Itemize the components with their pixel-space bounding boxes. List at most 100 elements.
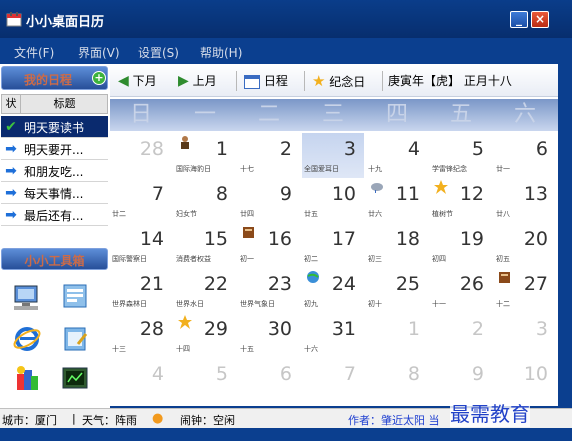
calendar-day-today[interactable]: 3 全国爱耳日 bbox=[302, 133, 364, 178]
toolbar-separator bbox=[382, 71, 383, 91]
day-number: 3 bbox=[343, 138, 356, 160]
schedule-title-text: 每天事情... bbox=[24, 187, 84, 201]
calendar-day[interactable]: 26 十一 bbox=[430, 268, 492, 313]
calendar-day[interactable]: 13 廿八 bbox=[494, 178, 556, 223]
lunar-label: 廿一 bbox=[496, 165, 510, 173]
calendar-day[interactable]: 17 初二 bbox=[302, 223, 364, 268]
next-month-button[interactable]: ◀ 下月 bbox=[118, 71, 157, 91]
ie-browser-icon[interactable] bbox=[12, 324, 42, 354]
day-number: 21 bbox=[139, 273, 164, 295]
calendar-day[interactable]: 31 十六 bbox=[302, 313, 364, 358]
weekday-label: 四 bbox=[385, 102, 408, 127]
toolbox-header: 小小工具箱 bbox=[1, 248, 108, 270]
calendar-day[interactable]: 5 bbox=[174, 358, 236, 403]
lunar-label: 初四 bbox=[432, 255, 446, 263]
lunar-label: 初五 bbox=[496, 255, 510, 263]
calendar-day[interactable]: 8 妇女节 bbox=[174, 178, 236, 223]
calendar-day[interactable]: 16 初一 bbox=[238, 223, 300, 268]
column-title[interactable]: 标题 bbox=[22, 95, 107, 113]
calendar-day[interactable]: 23 世界气象日 bbox=[238, 268, 300, 313]
calendar-day[interactable]: 5 学雷锋纪念 bbox=[430, 133, 492, 178]
close-button[interactable]: × bbox=[531, 11, 549, 28]
window-bottom-border bbox=[0, 428, 572, 441]
day-number: 1 bbox=[407, 318, 420, 340]
minimize-button[interactable]: _ bbox=[510, 11, 528, 28]
menu-help[interactable]: 帮助(H) bbox=[200, 44, 242, 61]
calendar-day[interactable]: 10 bbox=[494, 358, 556, 403]
lunar-label: 初二 bbox=[304, 255, 318, 263]
day-number: 29 bbox=[203, 318, 228, 340]
weekday-label: 六 bbox=[513, 102, 536, 127]
schedule-row[interactable]: ➡ 明天要开... bbox=[1, 138, 108, 160]
memorial-day-button[interactable]: ★ 纪念日 bbox=[312, 71, 365, 91]
calendar-day[interactable]: 25 初十 bbox=[366, 268, 428, 313]
lunar-label: 廿四 bbox=[240, 210, 254, 218]
calendar-day[interactable]: 7 廿二 bbox=[110, 178, 172, 223]
calendar-day[interactable]: 15 消费者权益 bbox=[174, 223, 236, 268]
day-number: 2 bbox=[279, 138, 292, 160]
calendar-day[interactable]: 22 世界水日 bbox=[174, 268, 236, 313]
lunar-label: 初十 bbox=[368, 300, 382, 308]
calendar-day[interactable]: 6 bbox=[238, 358, 300, 403]
schedule-label: 日程 bbox=[263, 74, 288, 88]
add-schedule-button[interactable]: + bbox=[92, 71, 106, 85]
calendar-day[interactable]: 8 bbox=[366, 358, 428, 403]
weekday-label: 一 bbox=[193, 102, 216, 127]
schedule-row[interactable]: ✔ 明天要读书 bbox=[1, 116, 108, 138]
paint-icon[interactable] bbox=[12, 364, 42, 394]
schedule-title-text: 最后还有... bbox=[24, 209, 84, 223]
computer-icon[interactable] bbox=[12, 282, 42, 312]
calendar-day[interactable]: 2 十七 bbox=[238, 133, 300, 178]
calendar-day[interactable]: 1 bbox=[366, 313, 428, 358]
calendar-day[interactable]: 2 bbox=[430, 313, 492, 358]
day-number: 28 bbox=[139, 318, 164, 340]
prev-month-button[interactable]: ▶ 上月 bbox=[178, 71, 217, 91]
calendar-day[interactable]: 30 十五 bbox=[238, 313, 300, 358]
title-bar[interactable]: 小小桌面日历 _ × bbox=[0, 0, 572, 38]
calendar-day[interactable]: 28 bbox=[110, 133, 172, 178]
day-number: 10 bbox=[523, 363, 548, 385]
book-event-icon bbox=[243, 227, 254, 238]
calendar-day[interactable]: 21 世界森林日 bbox=[110, 268, 172, 313]
calendar-day[interactable]: 4 bbox=[110, 358, 172, 403]
calendar-day[interactable]: 19 初四 bbox=[430, 223, 492, 268]
menu-view[interactable]: 界面(V) bbox=[78, 44, 120, 61]
schedule-button[interactable]: 日程 bbox=[244, 71, 288, 91]
weather-status[interactable]: 天气：阵雨 bbox=[82, 412, 137, 428]
weekday-label: 五 bbox=[449, 102, 472, 127]
schedule-row[interactable]: ➡ 最后还有... bbox=[1, 204, 108, 226]
schedule-row[interactable]: ➡ 每天事情... bbox=[1, 182, 108, 204]
day-number: 6 bbox=[535, 138, 548, 160]
weekday-label: 三 bbox=[321, 102, 344, 127]
lunar-label: 全国爱耳日 bbox=[304, 165, 339, 173]
calendar-day[interactable]: 20 初五 bbox=[494, 223, 556, 268]
calendar-day[interactable]: 11 廿六 bbox=[366, 178, 428, 223]
day-number: 15 bbox=[203, 228, 228, 250]
calendar-day[interactable]: 18 初三 bbox=[366, 223, 428, 268]
calendar-day[interactable]: 10 廿五 bbox=[302, 178, 364, 223]
calendar-day[interactable]: 9 廿四 bbox=[238, 178, 300, 223]
calendar-day[interactable]: 24 初九 bbox=[302, 268, 364, 313]
calendar-day[interactable]: 1 国际海豹日 bbox=[174, 133, 236, 178]
city-status[interactable]: 城市：厦门 bbox=[2, 412, 57, 428]
calendar-day[interactable]: 7 bbox=[302, 358, 364, 403]
calendar-day[interactable]: 14 国际警察日 bbox=[110, 223, 172, 268]
alarm-status[interactable]: 闹钟：空闲 bbox=[180, 412, 235, 428]
calendar-day[interactable]: 28 十三 bbox=[110, 313, 172, 358]
calendar-day[interactable]: 4 十九 bbox=[366, 133, 428, 178]
column-status[interactable]: 状 bbox=[2, 95, 21, 113]
calendar-day[interactable]: 29 十四 bbox=[174, 313, 236, 358]
calendar-day[interactable]: 3 bbox=[494, 313, 556, 358]
notepad-icon[interactable] bbox=[60, 324, 90, 354]
day-number: 3 bbox=[535, 318, 548, 340]
calendar-day[interactable]: 6 廿一 bbox=[494, 133, 556, 178]
menu-file[interactable]: 文件(F) bbox=[14, 44, 54, 61]
network-icon[interactable] bbox=[60, 282, 90, 312]
calendar-day[interactable]: 27 十二 bbox=[494, 268, 556, 313]
arrow-right-icon: ➡ bbox=[5, 141, 17, 157]
terminal-icon[interactable] bbox=[60, 364, 90, 394]
calendar-day[interactable]: 9 bbox=[430, 358, 492, 403]
menu-settings[interactable]: 设置(S) bbox=[138, 44, 179, 61]
schedule-row[interactable]: ➡ 和朋友吃... bbox=[1, 160, 108, 182]
calendar-day[interactable]: 12 植树节 bbox=[430, 178, 492, 223]
